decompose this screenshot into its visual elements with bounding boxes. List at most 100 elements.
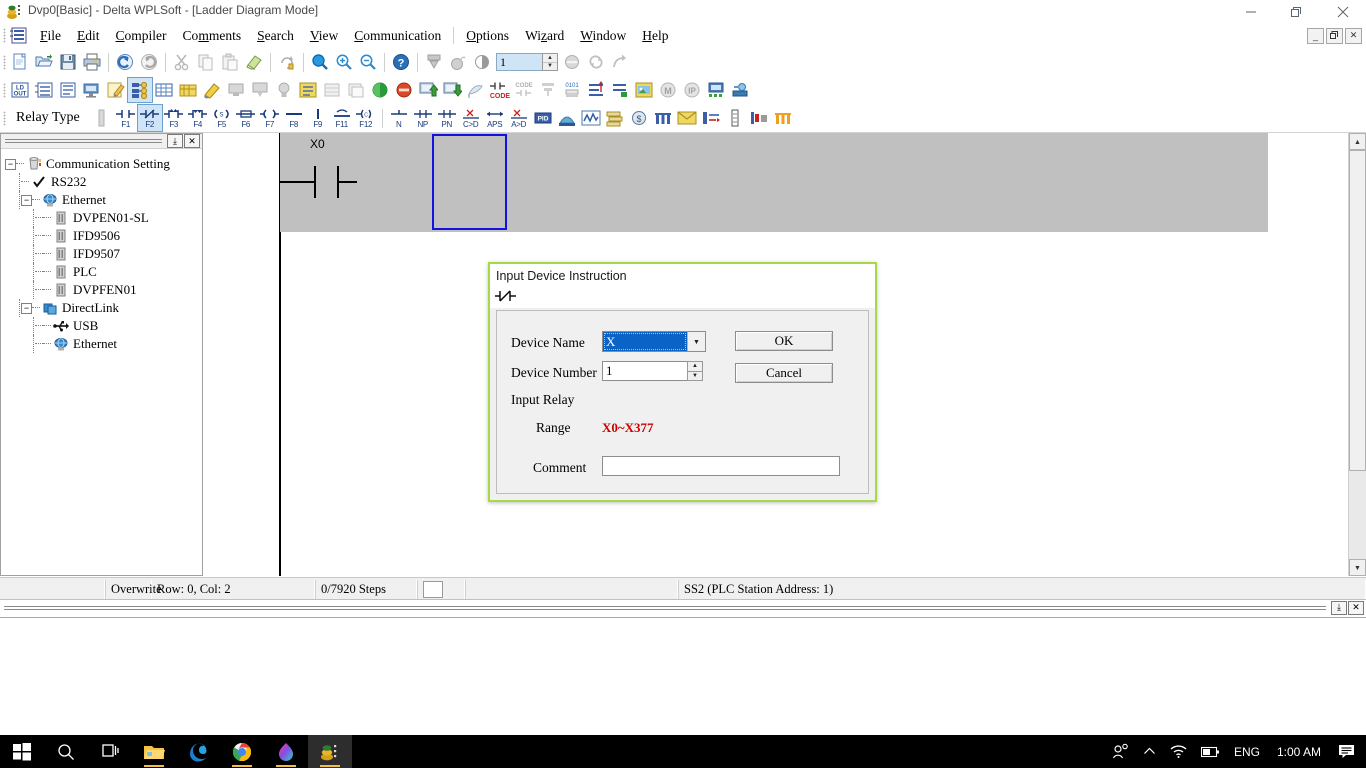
device-number-input[interactable] (602, 361, 687, 381)
tree-item-usb[interactable]: USB (5, 317, 202, 335)
monitor-icon[interactable] (80, 78, 104, 102)
code-block-icon[interactable]: CODE (512, 78, 536, 102)
code-contact-icon[interactable]: CODE (488, 78, 512, 102)
tree-item-dvpfen01[interactable]: DVPFEN01 (5, 281, 202, 299)
download-arrow-icon[interactable] (422, 50, 446, 74)
ip-config-icon[interactable]: IP (680, 78, 704, 102)
notification-icon[interactable] (1331, 735, 1362, 768)
mdi-restore-button[interactable] (1326, 28, 1343, 44)
relay-key-f4[interactable]: F4 (186, 105, 210, 131)
curved-arrow-icon[interactable] (608, 50, 632, 74)
open-file-icon[interactable] (32, 50, 56, 74)
chevron-down-icon[interactable]: ▼ (687, 332, 705, 351)
zoom-icon[interactable] (308, 50, 332, 74)
pid-icon[interactable]: PID (531, 106, 555, 130)
device-number-stepper[interactable]: ▲ ▼ (602, 361, 703, 381)
tree-item-rs232[interactable]: RS232 (5, 173, 202, 191)
relay-key-f3[interactable]: F3 (162, 105, 186, 131)
output-panel-drag-handle[interactable] (2, 604, 1330, 612)
edge-browser-icon[interactable] (176, 735, 220, 768)
chrome-browser-icon[interactable] (220, 735, 264, 768)
ok-button[interactable]: OK (735, 331, 833, 351)
image-frame-icon[interactable] (632, 78, 656, 102)
tree-item-directlink-ethernet[interactable]: Ethernet (5, 335, 202, 353)
toolbar-grip-2[interactable] (0, 78, 8, 102)
stop-plc-icon[interactable] (392, 78, 416, 102)
zoom-stepper-down[interactable]: ▼ (543, 63, 557, 71)
output-panel-close-button[interactable]: ✕ (1348, 601, 1364, 615)
plc-read-icon[interactable] (224, 78, 248, 102)
relay-key-f8[interactable]: F8 (282, 105, 306, 131)
menu-file[interactable]: File (32, 26, 69, 46)
modbus-icon[interactable]: M (656, 78, 680, 102)
panel-pin-button[interactable]: ⤓ (167, 134, 183, 148)
menu-grip[interactable] (0, 23, 8, 48)
bar-columns-icon[interactable] (651, 106, 675, 130)
bulb-icon[interactable] (272, 78, 296, 102)
chart-columns-icon[interactable] (771, 106, 795, 130)
menu-help[interactable]: Help (634, 26, 676, 46)
editor-vertical-scrollbar[interactable]: ▲ ▼ (1348, 133, 1366, 576)
menu-compiler[interactable]: Compiler (108, 26, 175, 46)
clock[interactable]: 1:00 AM (1267, 735, 1331, 768)
contrast-icon[interactable] (470, 50, 494, 74)
relay-extra-a2d[interactable]: A>D (507, 105, 531, 131)
fountain-icon[interactable] (555, 106, 579, 130)
zoom-in-icon[interactable] (332, 50, 356, 74)
menu-comments[interactable]: Comments (175, 26, 250, 46)
edit-pencil-icon[interactable] (104, 78, 128, 102)
money-icon[interactable]: $ (627, 106, 651, 130)
relay-key-f2[interactable]: F2 (138, 105, 162, 131)
device-number-spin-arrows[interactable]: ▲ ▼ (687, 361, 703, 381)
device-name-value[interactable]: X (603, 332, 687, 351)
minimize-button[interactable] (1228, 0, 1274, 23)
tree-item-plc[interactable]: PLC (5, 263, 202, 281)
zoom-level-stepper[interactable]: 1 ▲ ▼ (496, 53, 558, 71)
highlighter-icon[interactable] (200, 78, 224, 102)
save-icon[interactable] (56, 50, 80, 74)
stack-icon[interactable] (603, 106, 627, 130)
waveform-icon[interactable] (579, 106, 603, 130)
relay-extra-c2d[interactable]: C>D (459, 105, 483, 131)
step-ladder-icon[interactable] (584, 78, 608, 102)
people-icon[interactable] (1105, 735, 1136, 768)
relay-extra-aps[interactable]: APS (483, 105, 507, 131)
tree-item-ifd9506[interactable]: IFD9506 (5, 227, 202, 245)
relay-dropdown-handle[interactable] (90, 106, 114, 130)
help-icon[interactable]: ? (389, 50, 413, 74)
menu-options[interactable]: Options (458, 26, 517, 46)
run-plc-icon[interactable] (368, 78, 392, 102)
relay-key-f12[interactable]: C F12 (354, 105, 378, 131)
relay-key-f7[interactable]: F7 (258, 105, 282, 131)
network-device-icon[interactable] (704, 78, 728, 102)
plc-download-icon[interactable] (440, 78, 464, 102)
zoom-out-icon[interactable] (356, 50, 380, 74)
relay-extra-np[interactable]: NP (411, 105, 435, 131)
redo-icon[interactable] (137, 50, 161, 74)
print-icon[interactable] (80, 50, 104, 74)
menu-edit[interactable]: Edit (69, 26, 108, 46)
refresh-icon[interactable] (275, 50, 299, 74)
network-block-icon[interactable] (608, 78, 632, 102)
paste-icon[interactable] (218, 50, 242, 74)
grid-table-icon[interactable] (152, 78, 176, 102)
device-name-combo[interactable]: X ▼ (602, 331, 706, 352)
settings-gear-icon[interactable] (728, 78, 752, 102)
zoom-stepper-up[interactable]: ▲ (543, 54, 557, 63)
menu-window[interactable]: Window (572, 26, 634, 46)
ladder-selection-cursor[interactable] (432, 134, 507, 230)
ladder-view-icon[interactable] (32, 78, 56, 102)
satellite-icon[interactable] (464, 78, 488, 102)
restore-button[interactable] (1274, 0, 1320, 23)
thermometer-icon[interactable] (723, 106, 747, 130)
scroll-up-button[interactable]: ▲ (1349, 133, 1366, 150)
start-button[interactable] (0, 735, 44, 768)
copy-view-icon[interactable] (344, 78, 368, 102)
bomb-icon[interactable] (446, 50, 470, 74)
relay-key-f5[interactable]: S F5 (210, 105, 234, 131)
register-icon[interactable] (176, 78, 200, 102)
device-number-spin-down[interactable]: ▼ (687, 371, 703, 382)
menu-wizard[interactable]: Wizard (517, 26, 572, 46)
relay-key-f6[interactable]: F6 (234, 105, 258, 131)
new-file-icon[interactable] (8, 50, 32, 74)
